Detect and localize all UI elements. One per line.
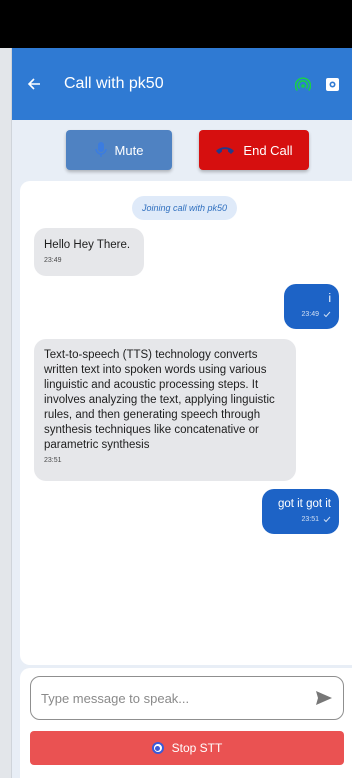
phone-hangup-icon xyxy=(216,147,235,154)
back-button[interactable] xyxy=(12,48,56,120)
signal-icon[interactable] xyxy=(295,76,311,92)
message-text: Hello Hey There. xyxy=(44,239,131,251)
mic-icon xyxy=(94,142,107,157)
mute-button[interactable]: Mute xyxy=(66,130,172,170)
composer: Stop STT xyxy=(20,668,352,778)
message-time: 23:51 xyxy=(270,516,331,523)
stop-stt-button[interactable]: Stop STT xyxy=(30,731,344,765)
message-time: 23:49 xyxy=(292,311,331,318)
end-call-label: End Call xyxy=(243,142,293,158)
message-time: 23:49 xyxy=(44,257,62,264)
call-controls: Mute End Call xyxy=(12,120,352,180)
message-incoming: Hello Hey There. 23:49 xyxy=(34,228,144,276)
chat-area[interactable]: Joining call with pk50 Hello Hey There. … xyxy=(20,181,352,665)
message-input[interactable] xyxy=(41,690,315,706)
message-input-wrap xyxy=(30,676,344,720)
message-text: got it got it xyxy=(277,498,331,510)
check-icon xyxy=(323,516,331,523)
send-icon[interactable] xyxy=(315,690,333,706)
message-outgoing: i 23:49 xyxy=(284,284,339,329)
radio-icon xyxy=(151,742,164,754)
system-message: Joining call with pk50 xyxy=(132,196,238,220)
back-arrow-icon xyxy=(27,78,40,90)
message-outgoing: got it got it 23:51 xyxy=(262,489,339,534)
check-icon xyxy=(323,311,331,318)
message-text: Text-to-speech (TTS) technology converts… xyxy=(44,349,275,451)
camera-icon[interactable] xyxy=(325,77,340,92)
message-text: i xyxy=(328,293,331,305)
status-bar xyxy=(0,0,352,48)
page-title: Call with pk50 xyxy=(64,75,164,92)
message-incoming: Text-to-speech (TTS) technology converts… xyxy=(34,339,296,481)
left-edge xyxy=(0,48,12,778)
end-call-button[interactable]: End Call xyxy=(199,130,309,170)
phone-screen: Call with pk50 Mute End Call Joining cal… xyxy=(0,0,352,778)
stop-stt-label: Stop STT xyxy=(171,741,223,755)
message-time: 23:51 xyxy=(44,457,62,464)
app-bar: Call with pk50 xyxy=(12,48,352,120)
mute-label: Mute xyxy=(114,142,144,158)
